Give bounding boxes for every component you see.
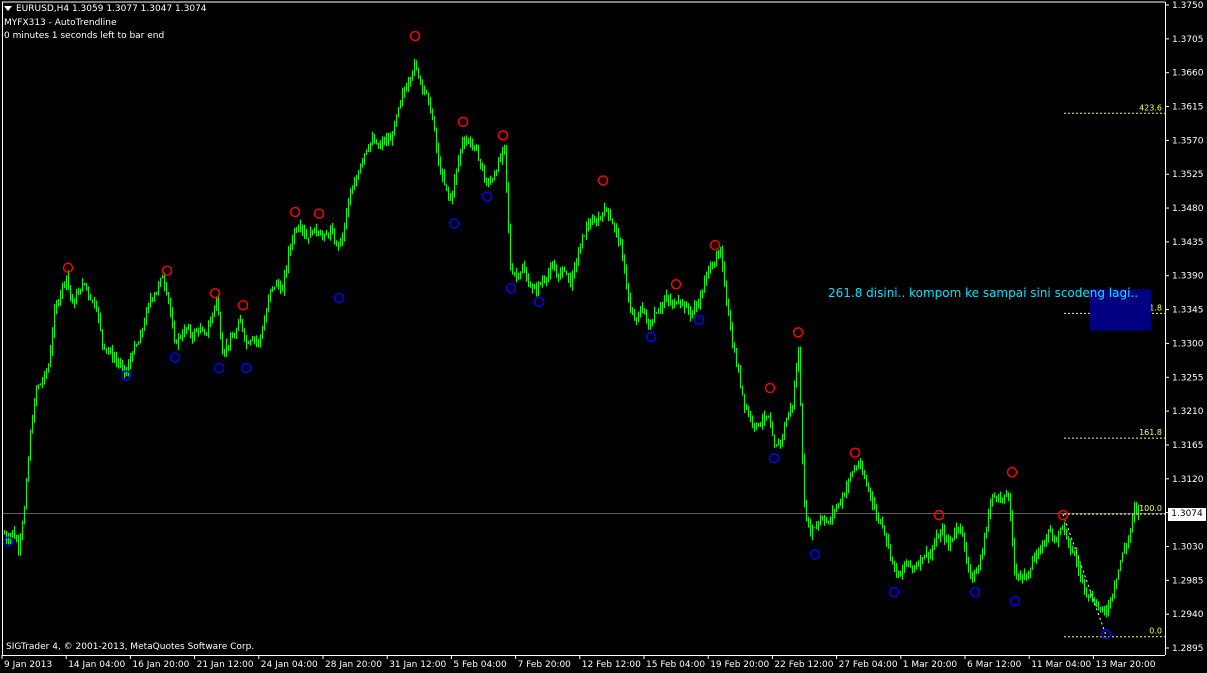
price-tick-label: 1.3660	[1172, 69, 1204, 79]
time-tick-label: 15 Feb 04:00	[646, 660, 705, 670]
dropdown-triangle-icon[interactable]	[4, 6, 12, 11]
price-tick-label: 1.2940	[1172, 610, 1204, 620]
price-tick-label: 1.3705	[1172, 35, 1204, 45]
time-tick-label: 1 Mar 20:00	[903, 660, 958, 670]
time-tick-label: 12 Feb 12:00	[582, 660, 641, 670]
price-tick-label: 1.3480	[1172, 204, 1204, 214]
price-chart[interactable]: 423.6261.8161.8100.00.0 1.37501.37051.36…	[0, 0, 1207, 673]
fib-label: 0.0	[1149, 627, 1162, 636]
time-tick-label: 21 Jan 12:00	[197, 660, 254, 670]
price-tick-label: 1.2985	[1172, 576, 1204, 586]
chart-annotation: 261.8 disini.. kompom ke sampai sini sco…	[828, 286, 1139, 300]
price-tick-label: 1.3210	[1172, 407, 1204, 417]
time-tick-label: 6 Mar 12:00	[967, 660, 1022, 670]
time-tick-label: 22 Feb 12:00	[774, 660, 833, 670]
time-tick-label: 28 Jan 20:00	[325, 660, 382, 670]
time-tick-label: 14 Jan 04:00	[68, 660, 125, 670]
copyright-text: SIGTrader 4, © 2001-2013, MetaQuotes Sof…	[6, 642, 255, 652]
time-tick-label: 7 Feb 20:00	[518, 660, 572, 670]
time-tick-label: 31 Jan 12:00	[389, 660, 446, 670]
last-price-label: 1.3074	[1168, 508, 1206, 521]
time-tick-label: 11 Mar 04:00	[1031, 660, 1091, 670]
time-tick-label: 5 Feb 04:00	[453, 660, 507, 670]
bar-timer: 0 minutes 1 seconds left to bar end	[4, 31, 165, 41]
indicator-name: MYFX313 - AutoTrendline	[4, 18, 117, 28]
time-tick-label: 16 Jan 20:00	[132, 660, 189, 670]
fib-label: 100.0	[1139, 504, 1162, 513]
symbol-header: EURUSD,H4 1.3059 1.3077 1.3047 1.3074	[4, 4, 207, 14]
price-tick-label: 1.3435	[1172, 238, 1204, 248]
time-tick-label: 13 Mar 20:00	[1095, 660, 1155, 670]
price-tick-label: 1.3390	[1172, 272, 1204, 282]
price-tick-label: 1.3255	[1172, 373, 1204, 383]
time-tick-label: 27 Feb 04:00	[839, 660, 898, 670]
fib-label: 161.8	[1139, 428, 1162, 437]
price-tick-label: 1.3030	[1172, 542, 1204, 552]
price-tick-label: 1.3750	[1172, 1, 1204, 11]
price-tick-label: 1.3300	[1172, 339, 1204, 349]
symbol-line: EURUSD,H4 1.3059 1.3077 1.3047 1.3074	[16, 4, 207, 14]
price-tick-label: 1.3345	[1172, 306, 1204, 316]
price-tick-label: 1.3165	[1172, 441, 1204, 451]
price-tick-label: 1.3570	[1172, 136, 1204, 146]
time-tick-label: 24 Jan 04:00	[261, 660, 318, 670]
fib-label: 423.6	[1139, 103, 1162, 112]
price-tick-label: 1.2895	[1172, 644, 1204, 654]
price-tick-label: 1.3615	[1172, 103, 1204, 113]
price-tick-label: 1.3525	[1172, 170, 1204, 180]
price-tick-label: 1.3120	[1172, 475, 1204, 485]
time-tick-label: 19 Feb 20:00	[710, 660, 769, 670]
time-tick-label: 9 Jan 2013	[4, 660, 52, 670]
